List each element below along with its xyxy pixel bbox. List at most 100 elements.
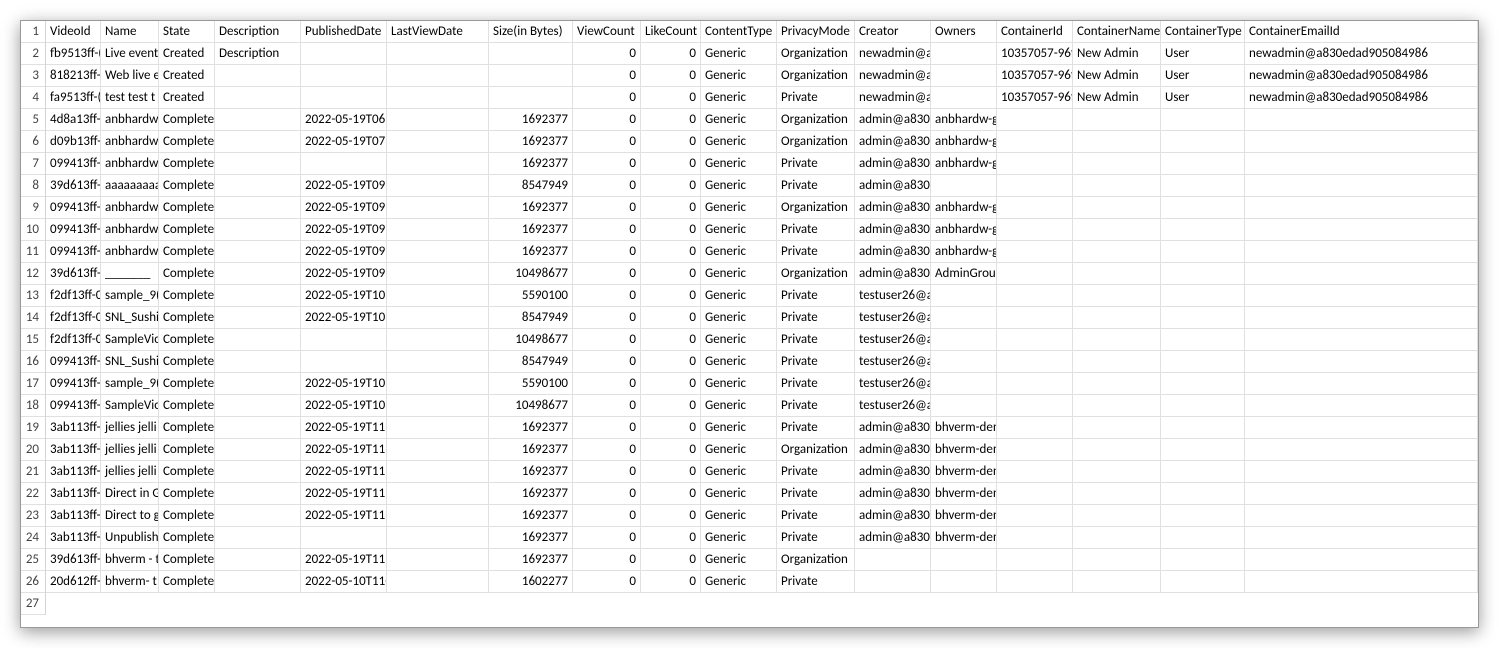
cell[interactable]: AdminGroupA547@a830edad9050849863E220330… [931,263,997,284]
cell[interactable]: 2022-05-19T11:49:44.2162901 [301,439,387,460]
cell[interactable]: Generic [701,461,777,482]
cell[interactable]: testuser26@a830edad9050849863E22033000.o… [855,373,931,394]
cell[interactable]: bhverm-demo@a830edad9050849863E22033000.… [931,483,997,504]
cell[interactable]: Generic [701,109,777,130]
cell[interactable]: anbhardw [101,241,159,262]
cell[interactable]: 1692377 [489,219,573,240]
cell[interactable]: 2022-05-19T07:00:21.2566801 [301,131,387,152]
cell[interactable] [1161,395,1245,416]
cell[interactable]: 8547949 [489,175,573,196]
cell[interactable]: testuser26@a830edad9050849863E22033000.o… [855,285,931,306]
cell[interactable] [215,461,301,482]
cell[interactable] [215,153,301,174]
cell[interactable] [387,549,489,570]
cell[interactable]: Generic [701,197,777,218]
cell[interactable] [997,197,1073,218]
cell[interactable] [1245,329,1478,350]
cell[interactable]: 0 [573,571,641,592]
cell[interactable]: bhverm-demo@a830edad9050849863E22033000.… [931,505,997,526]
cell[interactable]: 0 [641,439,701,460]
cell[interactable] [997,329,1073,350]
cell[interactable] [215,219,301,240]
cell[interactable]: Private [777,87,855,108]
cell[interactable]: 0 [641,43,701,64]
cell[interactable]: 1692377 [489,549,573,570]
cell[interactable] [215,329,301,350]
cell[interactable] [997,153,1073,174]
cell[interactable]: anbhardw [101,131,159,152]
cell[interactable]: Private [777,351,855,372]
cell[interactable]: 1692377 [489,483,573,504]
cell[interactable] [997,439,1073,460]
cell[interactable]: Generic [701,395,777,416]
cell[interactable]: fb9513ff-( [46,43,101,64]
cell[interactable]: Completed [159,131,215,152]
row-number[interactable]: 19 [21,417,45,439]
cell[interactable] [387,109,489,130]
row-number[interactable]: 2 [21,43,45,65]
cell[interactable] [997,417,1073,438]
cell[interactable]: Completed [159,527,215,548]
cell[interactable] [215,87,301,108]
cell[interactable] [931,549,997,570]
table-row[interactable]: fa9513ff-(test test tCreated00GenericPri… [46,87,1478,109]
cell[interactable]: admin@a830e [855,263,931,284]
cell[interactable] [1161,307,1245,328]
cell[interactable] [215,439,301,460]
row-number[interactable]: 11 [21,241,45,263]
cell[interactable] [1073,571,1161,592]
cell[interactable]: 0 [573,483,641,504]
row-number[interactable]: 3 [21,65,45,87]
cell[interactable] [931,65,997,86]
cell[interactable]: 0 [573,43,641,64]
cell[interactable]: Generic [701,285,777,306]
cell[interactable]: 0 [641,241,701,262]
cell[interactable]: 2022-05-19T09:25:18.4219232 [301,219,387,240]
cell[interactable] [1073,351,1161,372]
cell[interactable]: 0 [573,285,641,306]
cell[interactable]: 3ab113ff-( [46,461,101,482]
cell[interactable] [387,307,489,328]
column-header[interactable]: PublishedDate [301,21,387,42]
cell[interactable]: bhverm-demo@a830edad9050849863E22033000.… [931,417,997,438]
cell[interactable] [1161,329,1245,350]
row-number[interactable]: 7 [21,153,45,175]
cell[interactable]: 5590100 [489,285,573,306]
cell[interactable]: 2022-05-19T09:28:39.0490659 [301,263,387,284]
cell[interactable] [1245,505,1478,526]
cell[interactable]: Created [159,87,215,108]
cell[interactable] [1161,527,1245,548]
cell[interactable]: 0 [641,351,701,372]
cell[interactable]: 0 [641,109,701,130]
cell[interactable] [997,263,1073,284]
cell[interactable]: 0 [573,351,641,372]
cell[interactable]: 0 [573,219,641,240]
cell[interactable]: Completed [159,263,215,284]
cell[interactable]: Generic [701,505,777,526]
cell[interactable]: 0 [573,87,641,108]
cell[interactable]: Live event [101,43,159,64]
cell[interactable]: 2022-05-19T06:56:39.5217142 [301,109,387,130]
cell[interactable] [1245,483,1478,504]
cell[interactable] [387,417,489,438]
row-number[interactable]: 15 [21,329,45,351]
cell[interactable] [1073,417,1161,438]
cell[interactable] [1245,131,1478,152]
cell[interactable]: 0 [573,307,641,328]
cell[interactable]: test test t [101,87,159,108]
cell[interactable] [215,373,301,394]
cell[interactable]: admin@a830e [855,461,931,482]
cell[interactable]: 0 [641,373,701,394]
cell[interactable]: testuser26@a830edad9050849863E22033000.o… [855,351,931,372]
cell[interactable]: 3ab113ff-( [46,483,101,504]
cell[interactable] [931,329,997,350]
row-number[interactable]: 9 [21,197,45,219]
cell[interactable]: newadmin@a830edad905084986 [1245,65,1478,86]
row-number[interactable]: 20 [21,439,45,461]
cell[interactable]: Private [777,417,855,438]
row-number[interactable]: 26 [21,571,45,593]
cell[interactable] [997,483,1073,504]
cell[interactable] [215,109,301,130]
cell[interactable]: 2022-05-19T09:27:37.0403448 [301,241,387,262]
cell[interactable]: 2022-05-19T11:51:02.4921573 [301,483,387,504]
